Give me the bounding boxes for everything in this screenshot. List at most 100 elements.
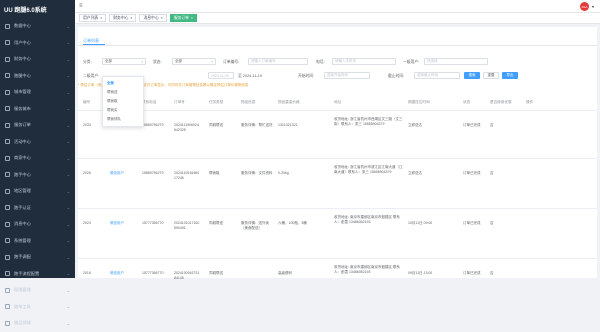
cell-id: 2026 xyxy=(83,171,91,175)
chevron-down-icon: ⌄ xyxy=(66,205,70,211)
sidebar-item-1[interactable]: 用户中心 ⌄ xyxy=(0,35,75,52)
sidebar-item-label: 用户中心 xyxy=(14,39,31,45)
chevron-down-icon: ▾ xyxy=(211,59,213,64)
sidebar-item-label: 跑手认证 xyxy=(14,204,31,210)
sidebar-item-8[interactable]: 商家中心 ⌄ xyxy=(0,150,75,167)
user-icon xyxy=(5,40,10,46)
close-icon[interactable]: × xyxy=(191,16,193,20)
sidebar-item-18[interactable]: 物品领域 ⌄ xyxy=(0,315,75,332)
sidebar-item-4[interactable]: 城市管理 ⌄ xyxy=(0,84,75,101)
chevron-down-icon: ⌄ xyxy=(66,238,70,244)
close-icon[interactable]: × xyxy=(100,16,102,20)
export-button[interactable]: 导出 xyxy=(502,72,518,79)
sidebar-item-2[interactable]: 财务中心 ⌄ xyxy=(0,51,75,68)
app-title: UU 跑腿6.0系统 xyxy=(4,7,47,14)
sidebar-item-11[interactable]: 跑手认证 ⌄ xyxy=(0,200,75,217)
hamburger-icon[interactable]: ≡ xyxy=(79,3,85,9)
table-row: 2026 微信用户 15869756279 2024110516484 17246 帮我… xyxy=(78,158,597,208)
sidebar-item-label: 地区管理 xyxy=(14,188,31,194)
status-label: 状态: xyxy=(153,60,162,64)
runner-select[interactable]: 请选择 xyxy=(424,58,488,65)
sidebar-item-9[interactable]: 跑手中心 ⌄ xyxy=(0,167,75,184)
sidebar-item-label: 物品领域 xyxy=(14,320,31,326)
sidebar: UU 跑腿6.0系统 数据中心 ⌄ 用户中心 ⌄ 财务中心 ⌄ 跑腿中心 ⌄ 城市管理 ⌄ 服务城市… xyxy=(0,0,75,326)
tool-icon xyxy=(5,304,10,310)
cell-user[interactable]: 微信用户 xyxy=(110,221,138,226)
cell-expect: 10月11日 09:00 xyxy=(408,221,433,225)
chevron-down-icon: ⌄ xyxy=(66,56,70,62)
cell-phone: 15869756279 xyxy=(142,171,164,175)
sidebar-item-label: 消息中心 xyxy=(14,221,31,227)
box-icon xyxy=(5,320,10,326)
dropdown-option[interactable]: 帮我买 xyxy=(103,106,143,115)
status-select[interactable]: 全部 ▾ xyxy=(172,58,216,65)
column-header: 操作 xyxy=(526,100,534,104)
tab-3[interactable]: 服务订单 × xyxy=(169,14,197,22)
chevron-down-icon: ⌄ xyxy=(66,304,70,310)
tab-1[interactable]: 财务中心 × xyxy=(109,14,137,22)
sidebar-item-10[interactable]: 地区管理 ⌄ xyxy=(0,183,75,200)
sidebar-item-label: 商家中心 xyxy=(14,155,31,161)
end-time-input[interactable]: 选择截止时间 xyxy=(414,72,460,79)
sidebar-item-5[interactable]: 服务城市 ⌄ xyxy=(0,101,75,118)
date-to-label: 至 2024-11-19 xyxy=(238,74,262,78)
start-time-input[interactable]: 选择开始时间 xyxy=(324,72,370,79)
cell-user[interactable]: 微信用户 xyxy=(110,271,138,276)
wallet-icon xyxy=(5,56,10,62)
search-button[interactable]: 搜索 xyxy=(464,72,480,79)
sidebar-item-0[interactable]: 数据中心 ⌄ xyxy=(0,18,75,35)
column-header: 物品信息 xyxy=(241,100,256,104)
sidebar-item-15[interactable]: 跑手流程配置 ⌄ xyxy=(0,266,75,283)
dropdown-option[interactable]: 全部 xyxy=(103,79,143,88)
sidebar-item-13[interactable]: 系统管理 ⌄ xyxy=(0,233,75,250)
category-dropdown[interactable]: 全部 帮我送 帮我取 帮我买 帮我排队 xyxy=(102,76,144,127)
close-icon[interactable]: × xyxy=(161,16,163,20)
chevron-down-icon: ⌄ xyxy=(66,254,70,260)
cell-type: 同城帮送 xyxy=(209,221,223,225)
tab-label: 财务中心 xyxy=(113,15,129,20)
column-header: 状态 xyxy=(463,100,471,104)
cell-id: 2024 xyxy=(83,221,91,225)
chevron-down-icon: ⌄ xyxy=(66,89,70,95)
date-from-input[interactable]: 2024-11-05 xyxy=(208,72,234,79)
cell-status: 订单已完成 xyxy=(463,171,481,175)
sidebar-item-16[interactable]: 权限管理 ⌄ xyxy=(0,282,75,299)
sidebar-item-12[interactable]: 消息中心 ⌄ xyxy=(0,216,75,233)
sidebar-item-14[interactable]: 跑手调配 ⌄ xyxy=(0,249,75,266)
tab-0[interactable]: 用户列表 × xyxy=(79,14,107,22)
chevron-down-icon[interactable]: ▾ xyxy=(592,4,594,9)
cell-type: 帮我取 xyxy=(209,171,220,175)
cell-order: 2024100916731 84145 xyxy=(174,271,200,280)
sidebar-item-6[interactable]: 服务订单 ⌄ xyxy=(0,117,75,134)
gear-icon xyxy=(5,238,10,244)
cell-type: 同城帮送 xyxy=(209,123,223,127)
user-area[interactable]: SSA ▾ xyxy=(579,2,594,11)
tab-2[interactable]: 消息中心 × xyxy=(139,14,167,22)
divider xyxy=(78,44,597,45)
sidebar-menu: 数据中心 ⌄ 用户中心 ⌄ 财务中心 ⌄ 跑腿中心 ⌄ 城市管理 ⌄ 服务城市 ⌄ 服务订单 ⌄ 活动中心 ⌄… xyxy=(0,18,75,332)
cell-goods: 服务详情：送外卖（美食配送） xyxy=(241,221,269,230)
cell-coupon: 否 xyxy=(490,271,494,275)
top-bar: ≡ SSA ▾ xyxy=(75,0,600,13)
sidebar-item-label: 城市管理 xyxy=(14,89,31,95)
sidebar-item-3[interactable]: 跑腿中心 ⌄ xyxy=(0,68,75,85)
category-select[interactable]: 全部 ▾ xyxy=(102,58,146,65)
sidebar-item-17[interactable]: 跑单工具 ⌄ xyxy=(0,299,75,316)
chevron-down-icon: ⌄ xyxy=(66,106,70,112)
chevron-down-icon: ⌄ xyxy=(66,271,70,277)
sidebar-item-label: 跑腿中心 xyxy=(14,72,31,78)
reset-button[interactable]: 重置 xyxy=(483,72,499,79)
avatar[interactable]: SSA xyxy=(579,2,589,11)
chevron-down-icon: ⌄ xyxy=(66,221,70,227)
phone-input[interactable]: 请输入手机号 xyxy=(332,58,396,65)
order-no-input[interactable]: 请输入订单编号 xyxy=(248,58,308,65)
chevron-down-icon: ⌄ xyxy=(66,139,70,145)
sidebar-item-7[interactable]: 活动中心 ⌄ xyxy=(0,134,75,151)
table-row: 2016 微信用户 15777366770 2024100916731 84145 同城… xyxy=(78,258,597,308)
close-icon[interactable]: × xyxy=(130,16,132,20)
cell-user[interactable]: 微信用户 xyxy=(110,171,138,176)
dropdown-option[interactable]: 帮我送 xyxy=(103,88,143,97)
cell-address: 收货地址: 南京市建邺区南京市鼓楼区 联系人：彭霞 13486052193 xyxy=(334,215,400,224)
dropdown-option[interactable]: 帮我取 xyxy=(103,97,143,106)
dropdown-option[interactable]: 帮我排队 xyxy=(103,115,143,124)
